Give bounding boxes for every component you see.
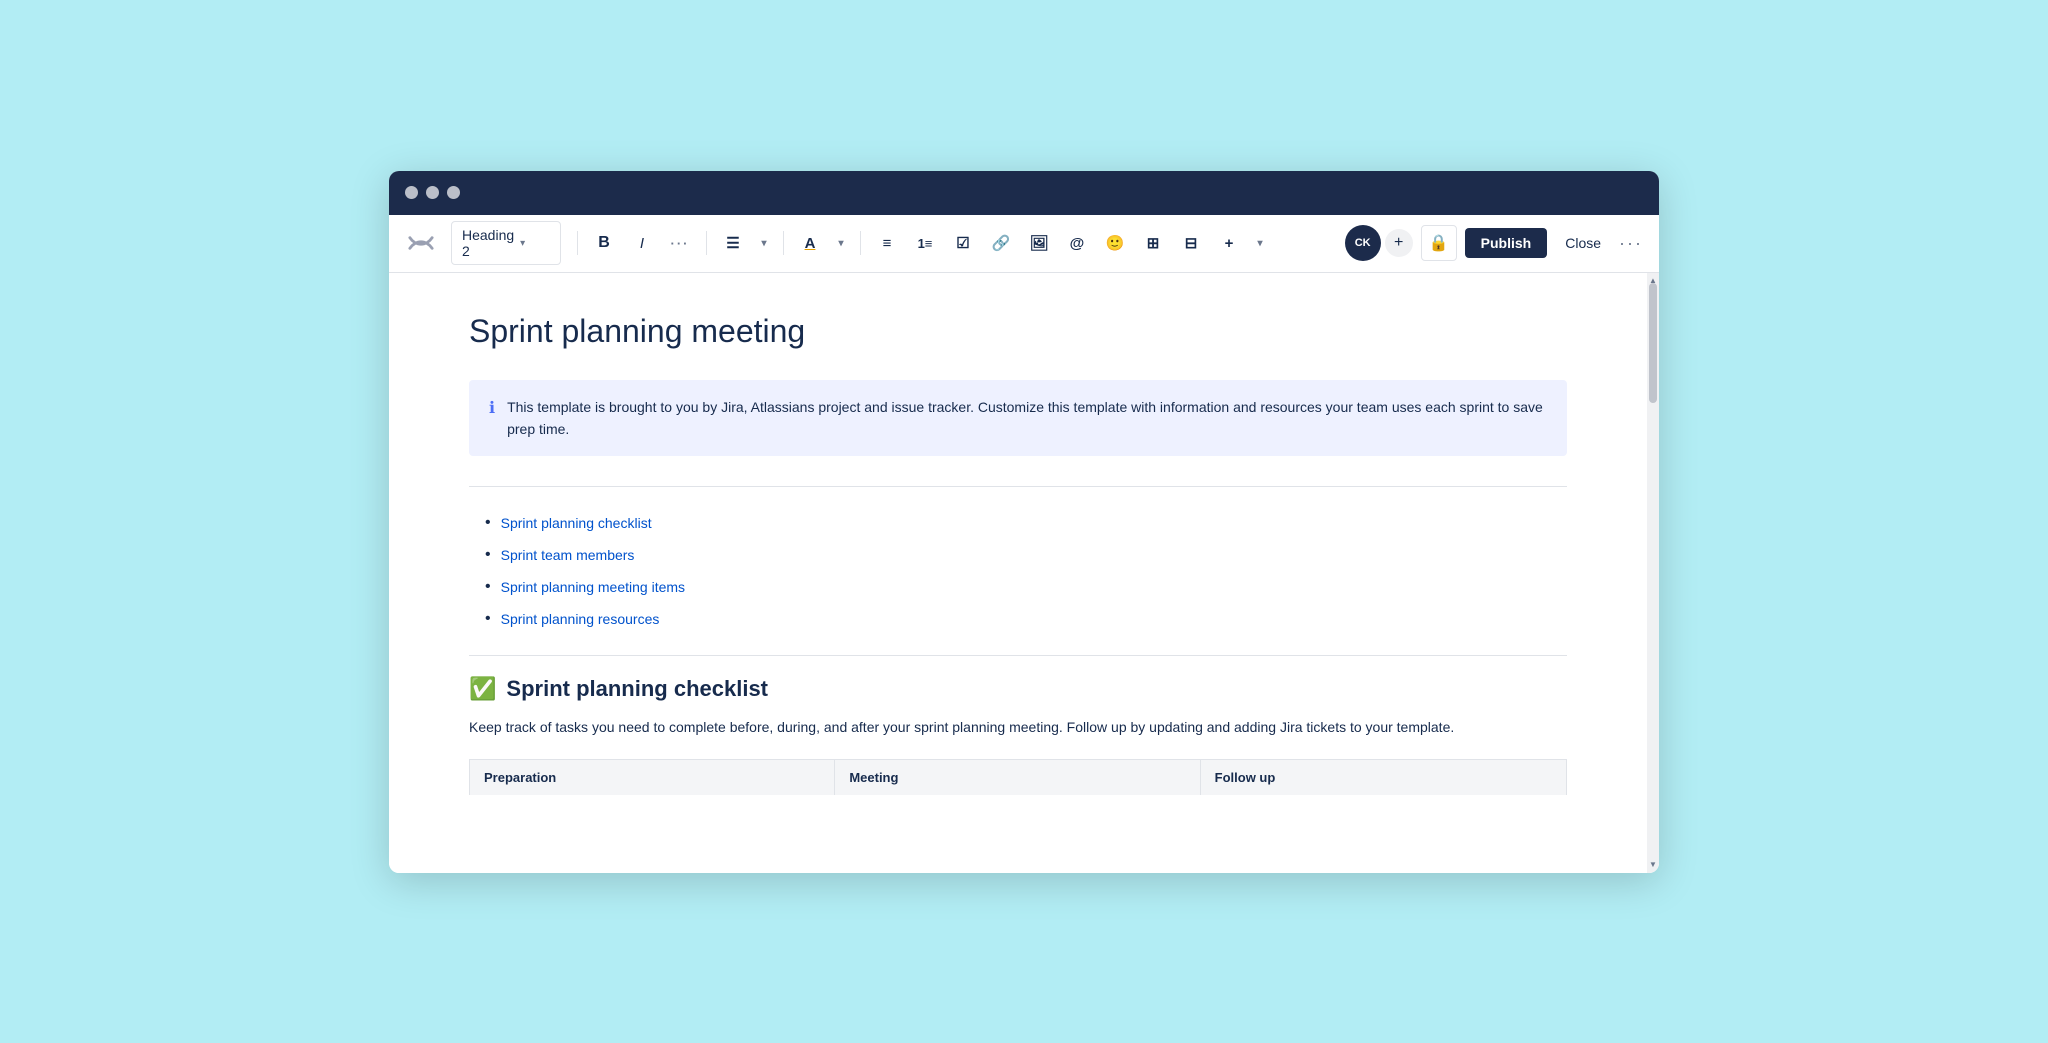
avatar: CK	[1345, 225, 1381, 261]
table-col-meeting: Meeting	[835, 760, 1200, 795]
toolbar: Heading 2 ▾ B I ··· ☰ ▾ A ▾	[389, 215, 1659, 273]
heading-selector[interactable]: Heading 2 ▾	[451, 221, 561, 265]
toolbar-divider-4	[860, 231, 861, 255]
toc-item-3[interactable]: Sprint planning meeting items	[485, 571, 1567, 603]
divider-2	[469, 655, 1567, 656]
section-checklist: ✅ Sprint planning checklist Keep track o…	[469, 676, 1567, 794]
traffic-light-maximize[interactable]	[447, 186, 460, 199]
checkbox-button[interactable]: ☑	[947, 227, 979, 259]
info-banner-text: This template is brought to you by Jira,…	[507, 396, 1547, 441]
scroll-down-arrow[interactable]: ▼	[1647, 857, 1659, 873]
traffic-light-minimize[interactable]	[426, 186, 439, 199]
add-collaborator-button[interactable]: +	[1385, 229, 1413, 257]
text-color-chevron-button[interactable]: ▾	[832, 227, 850, 259]
scrollbar-thumb[interactable]	[1649, 283, 1657, 403]
table-col-followup: Follow up	[1201, 760, 1566, 795]
section-desc-1: Keep track of tasks you need to complete…	[469, 716, 1567, 738]
emoji-button[interactable]: 🙂	[1099, 227, 1131, 259]
section-heading-1: ✅ Sprint planning checklist	[469, 676, 1567, 702]
numbered-list-button[interactable]: 1≡	[909, 227, 941, 259]
toolbar-divider-1	[577, 231, 578, 255]
content-area: Sprint planning meeting ℹ This template …	[389, 273, 1659, 873]
collaborators: CK +	[1345, 225, 1413, 261]
insert-button[interactable]: +	[1213, 227, 1245, 259]
bullet-list-button[interactable]: ≡	[871, 227, 903, 259]
info-icon: ℹ	[489, 398, 495, 418]
traffic-light-close[interactable]	[405, 186, 418, 199]
table-button[interactable]: ⊞	[1137, 227, 1169, 259]
image-button[interactable]: 🖼	[1023, 227, 1055, 259]
editor[interactable]: Sprint planning meeting ℹ This template …	[389, 273, 1647, 873]
bold-button[interactable]: B	[588, 227, 620, 259]
info-banner: ℹ This template is brought to you by Jir…	[469, 380, 1567, 457]
mention-button[interactable]: @	[1061, 227, 1093, 259]
more-options-button[interactable]: ···	[1619, 233, 1643, 254]
toc-list: Sprint planning checklist Sprint team me…	[485, 507, 1567, 635]
link-button[interactable]: 🔗	[985, 227, 1017, 259]
checklist-emoji: ✅	[469, 676, 496, 702]
toc-item-2[interactable]: Sprint team members	[485, 539, 1567, 571]
lock-icon: 🔒	[1429, 233, 1449, 253]
italic-button[interactable]: I	[626, 227, 658, 259]
heading-label: Heading 2	[462, 227, 514, 259]
divider-1	[469, 486, 1567, 487]
confluence-logo	[405, 227, 437, 259]
table-header: Preparation Meeting Follow up	[469, 759, 1567, 795]
toc-item-1[interactable]: Sprint planning checklist	[485, 507, 1567, 539]
more-formatting-button[interactable]: ···	[664, 227, 696, 259]
align-button[interactable]: ☰	[717, 227, 749, 259]
layout-button[interactable]: ⊟	[1175, 227, 1207, 259]
text-color-button[interactable]: A	[794, 227, 826, 259]
lock-button[interactable]: 🔒	[1421, 225, 1457, 261]
align-chevron-button[interactable]: ▾	[755, 227, 773, 259]
app-window: Heading 2 ▾ B I ··· ☰ ▾ A ▾	[389, 171, 1659, 873]
toolbar-right: CK + 🔒 Publish Close ···	[1345, 225, 1643, 261]
close-button[interactable]: Close	[1555, 228, 1611, 258]
publish-button[interactable]: Publish	[1465, 228, 1548, 258]
chevron-down-icon: ▾	[520, 238, 550, 249]
toc-item-4[interactable]: Sprint planning resources	[485, 603, 1567, 635]
scrollbar[interactable]: ▲ ▼	[1647, 273, 1659, 873]
page-title[interactable]: Sprint planning meeting	[469, 313, 1567, 350]
insert-chevron-button[interactable]: ▾	[1251, 227, 1269, 259]
toolbar-divider-2	[706, 231, 707, 255]
toolbar-divider-3	[783, 231, 784, 255]
titlebar	[389, 171, 1659, 215]
table-col-preparation: Preparation	[470, 760, 835, 795]
